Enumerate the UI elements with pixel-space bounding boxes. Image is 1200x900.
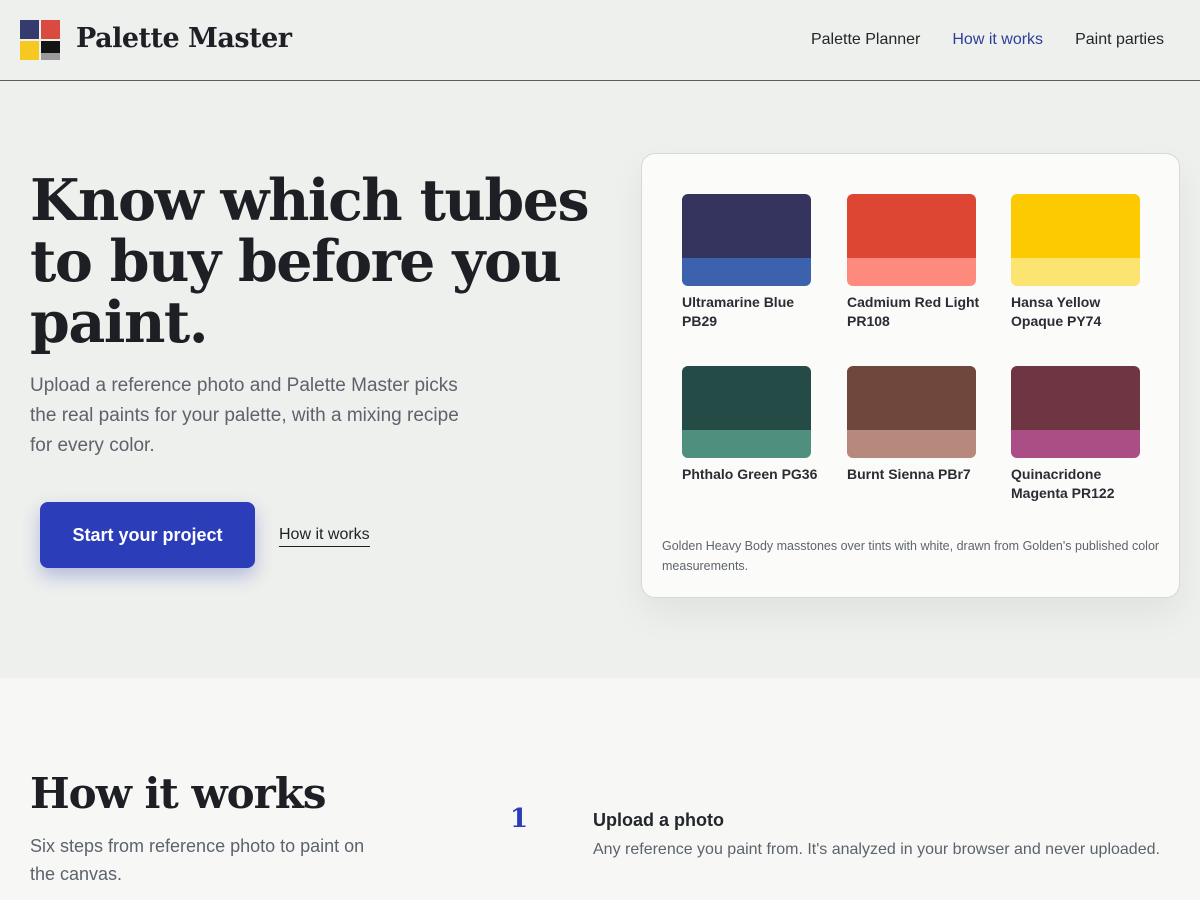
- hero-subtitle: Upload a reference photo and Palette Mas…: [30, 375, 459, 456]
- main-nav: Palette Planner How it works Paint parti…: [811, 28, 1164, 52]
- section-subtitle: Six steps from reference photo to paint …: [30, 836, 365, 884]
- swatch-hansa-yellow-opaque: Hansa Yellow Opaque PY74: [1011, 194, 1140, 331]
- tint-block: [847, 258, 976, 286]
- logo-square: [20, 41, 39, 60]
- color-chip: [847, 366, 976, 458]
- color-chip: [1011, 194, 1140, 286]
- masstone-block: [847, 366, 976, 430]
- tint-block: [847, 430, 976, 458]
- hero-title: Know which tubes to buy before you paint…: [30, 167, 590, 356]
- tint-block: [682, 430, 811, 458]
- swatch-burnt-sienna: Burnt Sienna PBr7: [847, 366, 976, 484]
- swatch-label: Hansa Yellow Opaque PY74: [1011, 294, 1102, 329]
- swatch-label: Ultramarine Blue PB29: [682, 294, 795, 329]
- how-it-works-link[interactable]: How it works: [279, 524, 370, 547]
- nav-palette-planner[interactable]: Palette Planner: [811, 28, 920, 52]
- swatch-quinacridone-magenta: Quinacridone Magenta PR122: [1011, 366, 1140, 503]
- color-chip: [682, 194, 811, 286]
- masstone-block: [847, 194, 976, 258]
- palette-card-note: Golden Heavy Body masstones over tints w…: [662, 539, 1160, 573]
- swatch-phthalo-green: Phthalo Green PG36: [682, 366, 817, 484]
- step-number: 1: [510, 804, 529, 834]
- swatch-label: Phthalo Green PG36: [682, 466, 818, 482]
- swatch-ultramarine-blue: Ultramarine Blue PB29: [682, 194, 811, 331]
- section-title: How it works: [30, 769, 326, 818]
- logo-icon[interactable]: [20, 20, 60, 60]
- color-chip: [1011, 366, 1140, 458]
- nav-how-it-works[interactable]: How it works: [952, 28, 1043, 52]
- masstone-block: [1011, 194, 1140, 258]
- logo-square: [20, 20, 39, 39]
- swatch-label: Quinacridone Magenta PR122: [1011, 466, 1115, 501]
- how-it-works-section: How it works Six steps from reference ph…: [0, 678, 1200, 900]
- tint-block: [1011, 430, 1140, 458]
- swatch-label: Cadmium Red Light PR108: [847, 294, 980, 329]
- masstone-block: [1011, 366, 1140, 430]
- masstone-block: [682, 194, 811, 258]
- color-chip: [682, 366, 811, 458]
- start-project-button[interactable]: Start your project: [40, 502, 255, 568]
- brand-name[interactable]: Palette Master: [76, 20, 292, 58]
- logo-square: [41, 53, 60, 60]
- step-title: Upload a photo: [593, 810, 724, 830]
- color-chip: [847, 194, 976, 286]
- step-description: Any reference you paint from. It's analy…: [593, 841, 1160, 858]
- site-header: Palette Master Palette Planner How it wo…: [0, 0, 1200, 81]
- tint-block: [682, 258, 811, 286]
- swatch-label: Burnt Sienna PBr7: [847, 466, 971, 482]
- nav-paint-parties[interactable]: Paint parties: [1075, 28, 1164, 52]
- masstone-block: [682, 366, 811, 430]
- swatch-cadmium-red-light: Cadmium Red Light PR108: [847, 194, 979, 331]
- palette-card: Ultramarine Blue PB29 Cadmium Red Light …: [641, 153, 1180, 598]
- logo-square: [41, 20, 60, 39]
- tint-block: [1011, 258, 1140, 286]
